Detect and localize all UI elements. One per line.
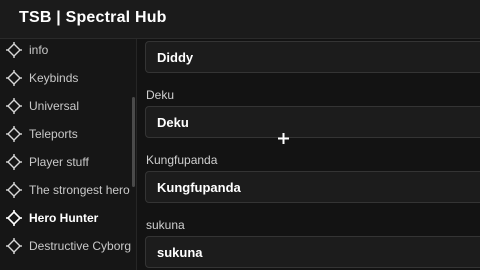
field-label-deku: Deku (146, 88, 175, 102)
sidebar-item-label: Teleports (29, 127, 78, 141)
crosshair-icon (6, 210, 22, 226)
sidebar-item-teleports[interactable]: Teleports (0, 120, 134, 148)
sidebar-item-destructive-cyborg[interactable]: Destructive Cyborg (0, 232, 134, 260)
app-window: TSB | Spectral Hub info Keybinds Univers… (0, 0, 480, 270)
sidebar-item-universal[interactable]: Universal (0, 92, 134, 120)
sidebar-item-info[interactable]: info (0, 39, 134, 64)
text-field-kungfupanda[interactable]: Kungfupanda (145, 171, 480, 203)
sidebar-item-label: Player stuff (29, 155, 89, 169)
text-field-diddy[interactable]: Diddy (145, 41, 480, 73)
sidebar-item-player-stuff[interactable]: Player stuff (0, 148, 134, 176)
sidebar-item-hero-hunter[interactable]: Hero Hunter (0, 204, 134, 232)
sidebar: info Keybinds Universal Teleports Player… (0, 39, 137, 270)
crosshair-cursor-icon (278, 133, 289, 144)
field-label-kungfupanda: Kungfupanda (146, 153, 218, 167)
sidebar-item-label: The strongest hero (29, 183, 130, 197)
crosshair-icon (6, 154, 22, 170)
sidebar-item-label: info (29, 43, 49, 57)
crosshair-icon (6, 238, 22, 254)
crosshair-icon (6, 98, 22, 114)
field-value: Diddy (157, 50, 194, 65)
field-value: Deku (157, 115, 189, 130)
field-value: Kungfupanda (157, 180, 241, 195)
sidebar-item-label: Universal (29, 99, 80, 113)
window-title: TSB | Spectral Hub (19, 9, 167, 26)
crosshair-icon (6, 126, 22, 142)
field-label-sukuna: sukuna (146, 218, 185, 232)
text-field-sukuna[interactable]: sukuna (145, 236, 480, 268)
crosshair-icon (6, 42, 22, 58)
sidebar-item-label: Hero Hunter (29, 211, 99, 225)
sidebar-scrollbar[interactable] (132, 97, 135, 187)
sidebar-item-keybinds[interactable]: Keybinds (0, 64, 134, 92)
crosshair-icon (6, 70, 22, 86)
crosshair-icon (6, 182, 22, 198)
title-bar[interactable]: TSB | Spectral Hub (0, 0, 480, 39)
text-field-deku[interactable]: Deku (145, 106, 480, 138)
sidebar-item-strongest-hero[interactable]: The strongest hero (0, 176, 134, 204)
sidebar-item-label: Destructive Cyborg (29, 239, 132, 253)
field-value: sukuna (157, 245, 203, 260)
main-content: Diddy Deku Deku Kungfupanda Kungfupanda … (137, 39, 480, 270)
sidebar-item-label: Keybinds (29, 71, 79, 85)
